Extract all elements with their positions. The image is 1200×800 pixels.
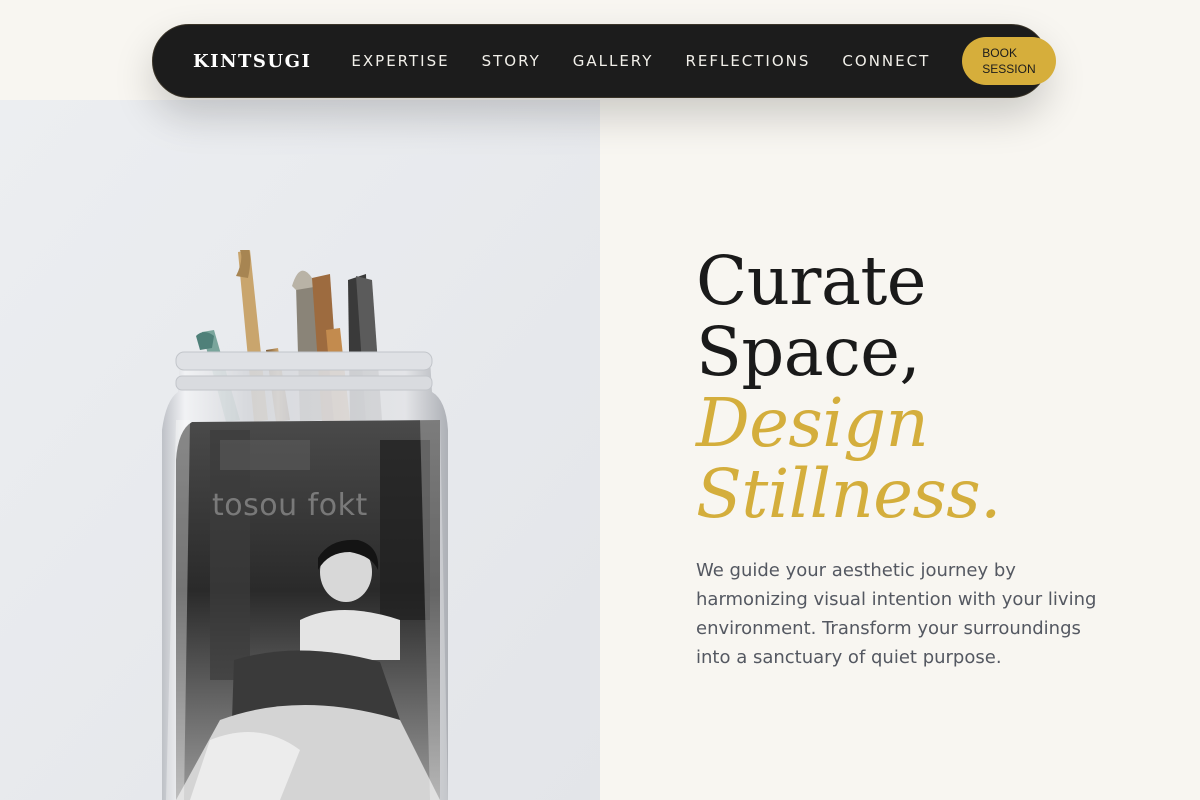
nav-link-reflections[interactable]: REFLECTIONS [685, 52, 810, 70]
nav-link-expertise[interactable]: EXPERTISE [351, 52, 449, 70]
nav-link-story[interactable]: STORY [482, 52, 541, 70]
hero-headline: Curate Space, Design Stillness. [696, 246, 1001, 530]
jar-illustration [0, 100, 600, 800]
nav-link-connect[interactable]: CONNECT [842, 52, 930, 70]
headline-accent-line-2: Stillness. [696, 455, 1001, 533]
brand-logo[interactable]: KINTSUGI [193, 51, 311, 72]
headline-line-2: Space, [696, 313, 921, 391]
hero-lead-paragraph: We guide your aesthetic journey by harmo… [696, 560, 1097, 668]
hero-image: tosou fokt [0, 100, 600, 800]
headline-line-1: Curate [696, 242, 926, 320]
headline-accent-line-1: Design [696, 384, 929, 462]
book-session-button[interactable]: BOOK SESSION [962, 37, 1056, 85]
top-nav: KINTSUGI EXPERTISE STORY GALLERY REFLECT… [152, 24, 1056, 98]
image-watermark: tosou fokt [212, 488, 368, 523]
nav-links: EXPERTISE STORY GALLERY REFLECTIONS CONN… [351, 52, 962, 70]
nav-link-gallery[interactable]: GALLERY [573, 52, 654, 70]
